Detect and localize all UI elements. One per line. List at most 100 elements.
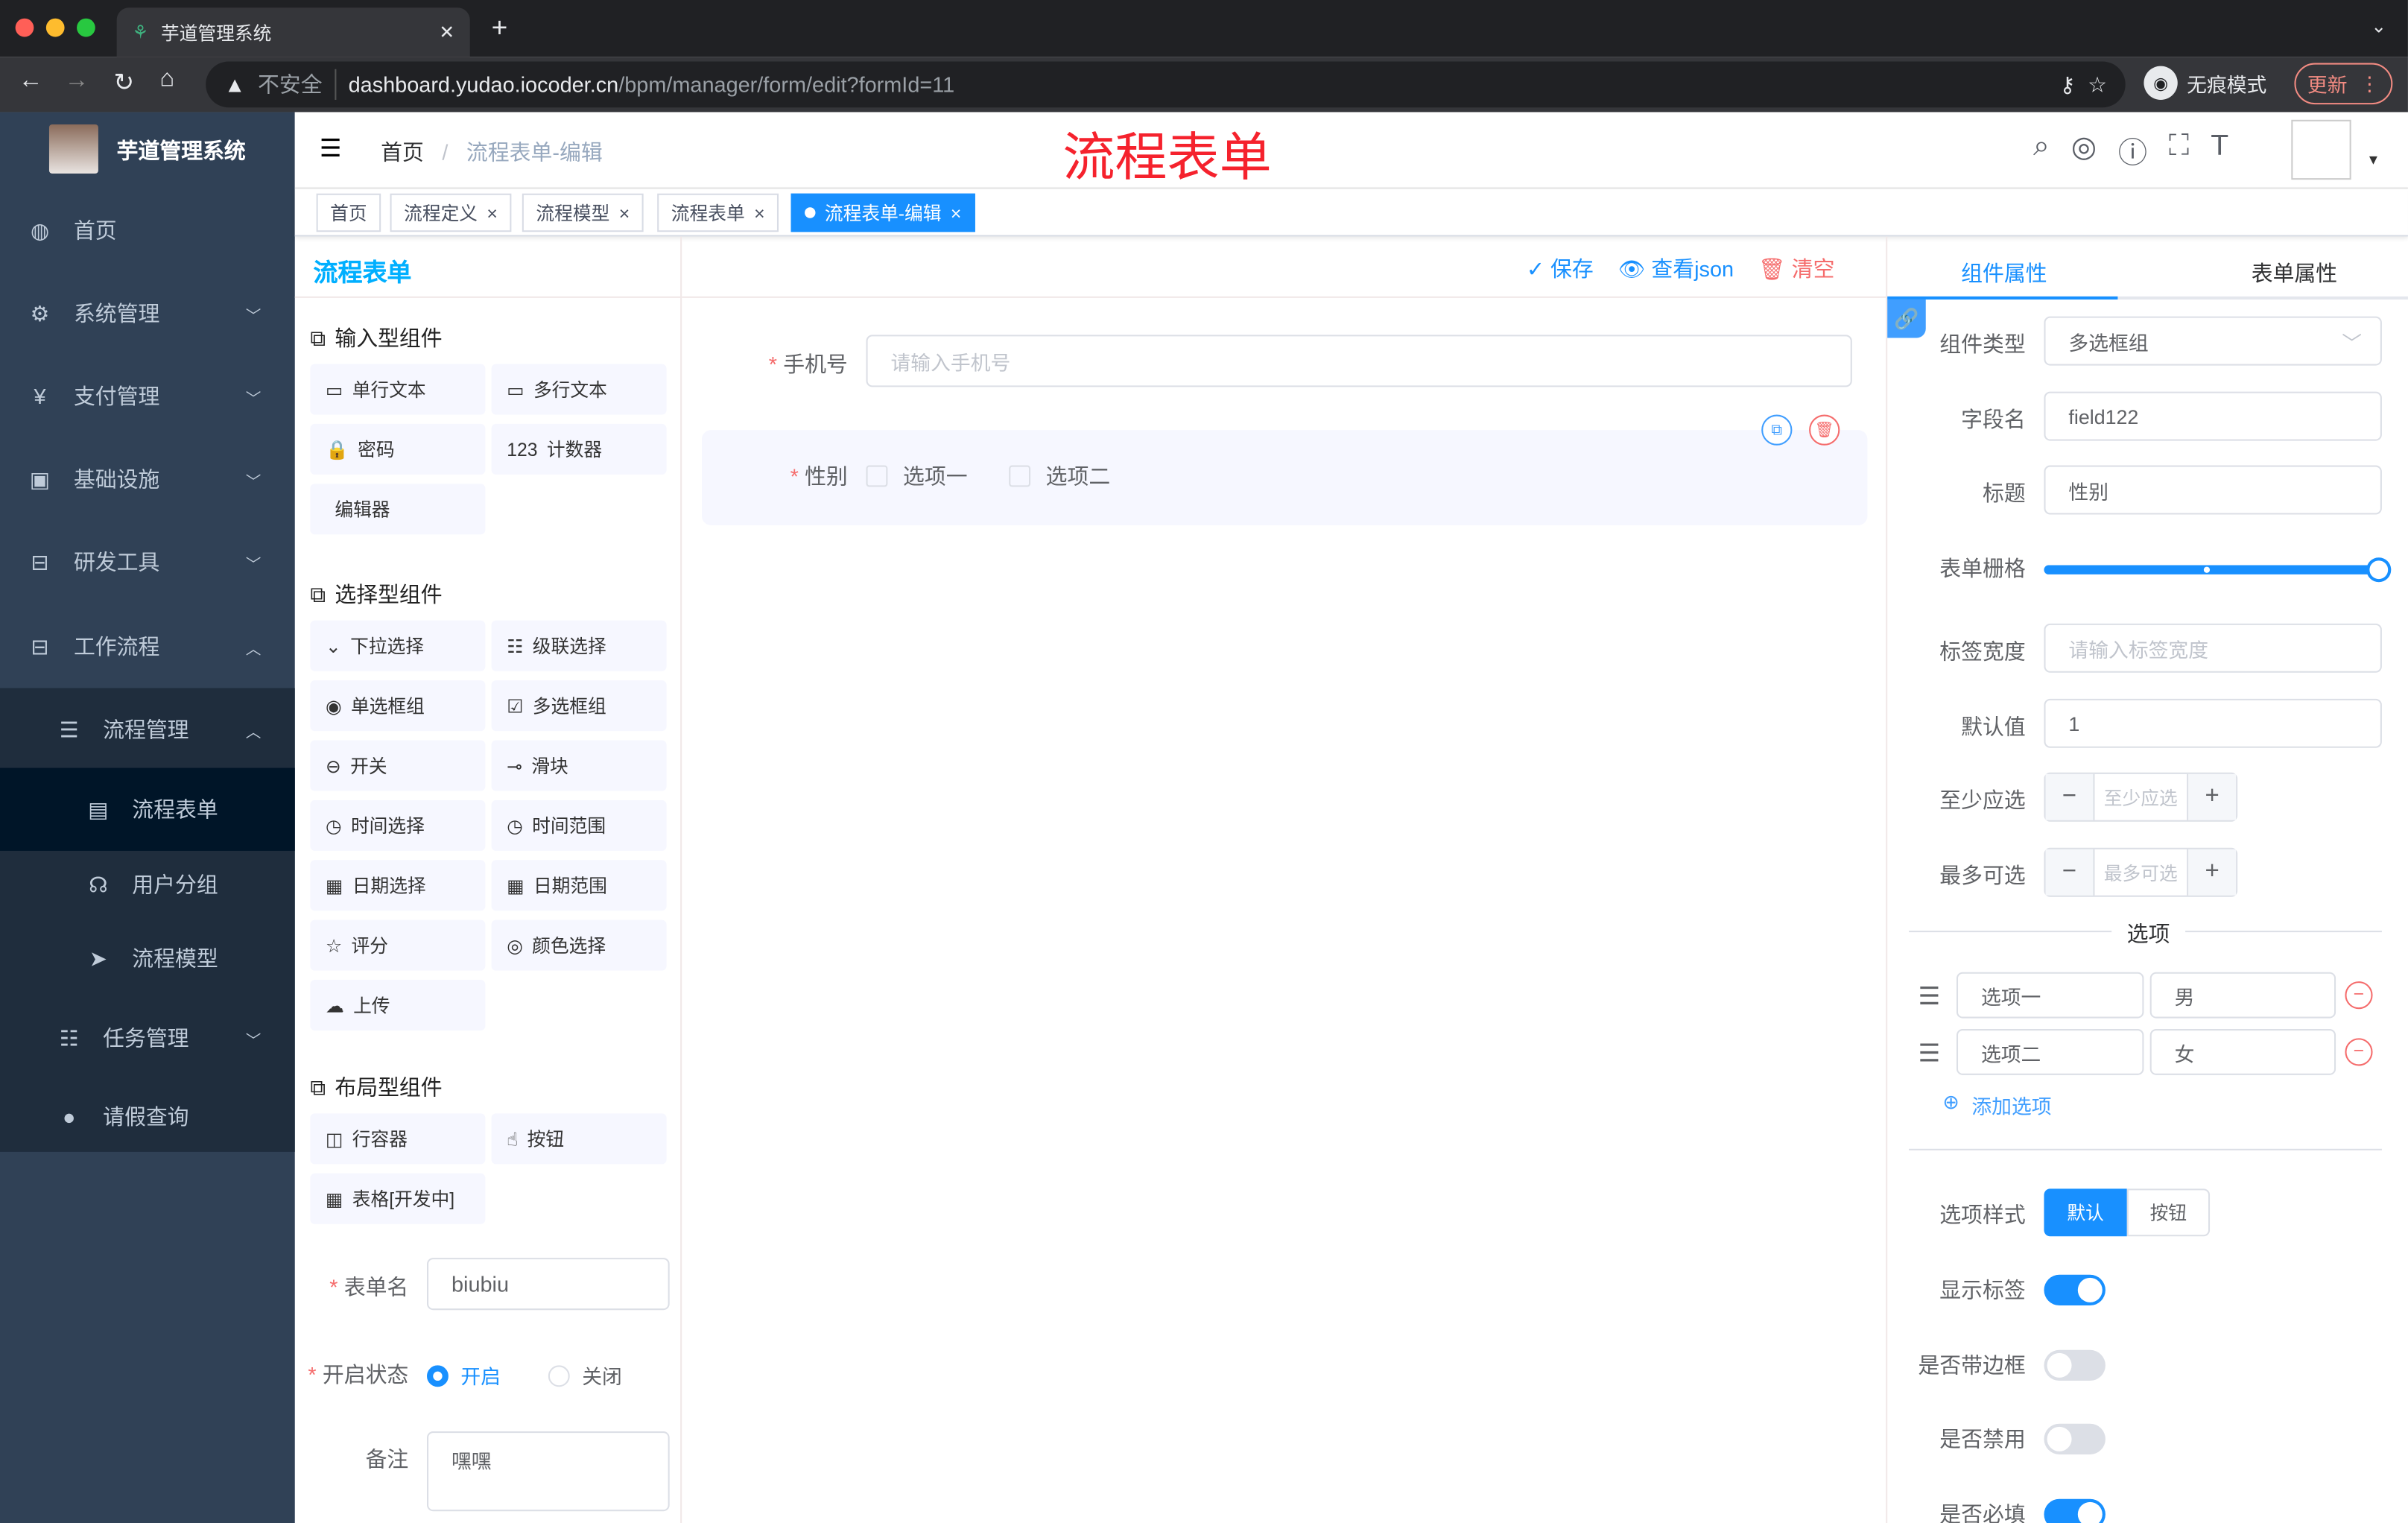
update-button[interactable]: 更新 ⋮ xyxy=(2294,63,2393,105)
selected-field-checkbox-group[interactable]: ⧉ 🗑 * 性别 选项一 选项二 xyxy=(701,414,1868,525)
palette-item[interactable]: ▦ 表格[开发中] xyxy=(310,1173,486,1224)
palette-item[interactable]: ◷ 时间选择 xyxy=(310,800,486,851)
sidebar-item-system[interactable]: ⚙ 系统管理 ﹀ xyxy=(0,272,295,355)
palette-item[interactable]: ☝ 按钮 xyxy=(491,1113,667,1165)
option-checkbox[interactable]: 选项二 xyxy=(1009,460,1110,491)
default-value-input[interactable]: 1 xyxy=(2044,698,2382,748)
drag-handle-icon[interactable]: ☰ xyxy=(1918,1038,1940,1068)
palette-item[interactable]: ☆ 评分 xyxy=(310,919,486,971)
sidebar-item-infra[interactable]: ▣ 基础设施 ﹀ xyxy=(0,437,295,520)
disabled-switch[interactable] xyxy=(2044,1423,2106,1454)
plus-button[interactable]: + xyxy=(2188,849,2237,896)
forward-icon[interactable]: → xyxy=(65,68,89,95)
delete-field-icon[interactable]: 🗑 xyxy=(1809,414,1840,446)
form-name-input[interactable]: biubiu xyxy=(427,1258,670,1311)
palette-item[interactable]: 🔒 密码 xyxy=(310,423,486,475)
tab-search-icon[interactable]: ⌄ xyxy=(2371,16,2386,37)
drag-handle-icon[interactable]: ☰ xyxy=(1918,981,1940,1012)
browser-tab[interactable]: ⚘ 芋道管理系统 ✕ xyxy=(116,7,470,57)
tag-process-model[interactable]: 流程模型 × xyxy=(522,193,644,232)
hamburger-icon[interactable]: ☰ xyxy=(320,133,342,164)
palette-item[interactable]: ☷ 级联选择 xyxy=(491,620,667,671)
sidebar-item-leave[interactable]: ● 请假查询 xyxy=(0,1075,295,1158)
slider-handle[interactable] xyxy=(2366,557,2392,583)
sidebar-item-process-model[interactable]: ➤ 流程模型 xyxy=(0,917,295,1000)
palette-item[interactable]: ▦ 日期选择 xyxy=(310,860,486,911)
style-button-button[interactable]: 按钮 xyxy=(2126,1188,2211,1237)
minus-button[interactable]: − xyxy=(2045,773,2094,820)
github-icon[interactable]: ◎ xyxy=(2071,130,2097,172)
field-name-input[interactable]: field122 xyxy=(2044,391,2382,441)
font-size-icon[interactable]: T xyxy=(2211,130,2228,172)
tab-component-props[interactable]: 组件属性 xyxy=(1961,258,2047,288)
view-json-button[interactable]: 👁 查看json xyxy=(1618,253,1734,284)
remark-textarea[interactable]: 嘿嘿 xyxy=(427,1431,670,1512)
bookmark-star-icon[interactable]: ☆ xyxy=(2088,72,2107,98)
remove-option-icon[interactable]: − xyxy=(2345,1038,2373,1066)
palette-item[interactable]: ⌄ 下拉选择 xyxy=(310,620,486,671)
maximize-window-button[interactable] xyxy=(77,18,95,37)
palette-item[interactable]: ◎ 颜色选择 xyxy=(491,919,667,971)
remove-option-icon[interactable]: − xyxy=(2345,981,2373,1010)
help-icon[interactable]: ⓘ xyxy=(2118,130,2147,172)
status-off-radio[interactable]: 关闭 xyxy=(548,1361,622,1390)
option-checkbox[interactable]: 选项一 xyxy=(866,460,968,491)
tag-process-definition[interactable]: 流程定义 × xyxy=(390,193,512,232)
palette-item[interactable]: ◉ 单选框组 xyxy=(310,680,486,732)
close-tab-icon[interactable]: ✕ xyxy=(439,22,454,43)
palette-item[interactable]: ☑ 多选框组 xyxy=(491,680,667,732)
palette-item[interactable]: ☁ 上传 xyxy=(310,980,486,1031)
palette-item[interactable]: ▭ 单行文本 xyxy=(310,364,486,415)
show-label-switch[interactable] xyxy=(2044,1274,2106,1306)
save-button[interactable]: ✓ 保存 xyxy=(1527,253,1594,284)
reload-icon[interactable]: ↻ xyxy=(114,68,135,98)
palette-item[interactable]: 编辑器 xyxy=(310,484,486,535)
option-value-input[interactable]: 男 xyxy=(2149,972,2336,1019)
plus-button[interactable]: + xyxy=(2188,773,2237,820)
palette-item[interactable]: ▦ 日期范围 xyxy=(491,860,667,911)
sidebar-item-task-mgmt[interactable]: ☷ 任务管理 ﹀ xyxy=(0,997,295,1080)
sidebar-item-pay[interactable]: ¥ 支付管理 ﹀ xyxy=(0,355,295,437)
palette-item[interactable]: ⊸ 滑块 xyxy=(491,740,667,791)
required-switch[interactable] xyxy=(2044,1498,2106,1523)
palette-item[interactable]: ⊖ 开关 xyxy=(310,740,486,791)
max-stepper[interactable]: − 最多可选 + xyxy=(2044,847,2238,897)
tag-process-form-edit[interactable]: 流程表单-编辑 × xyxy=(790,193,975,232)
palette-item[interactable]: ▭ 多行文本 xyxy=(491,364,667,415)
sidebar-item-user-group[interactable]: ☊ 用户分组 xyxy=(0,843,295,926)
key-icon[interactable]: ⚷ xyxy=(2059,72,2075,98)
caret-down-icon[interactable]: ▼ xyxy=(2366,152,2380,168)
palette-item[interactable]: 123 计数器 xyxy=(491,423,667,475)
phone-input[interactable]: 请输入手机号 xyxy=(866,335,1852,387)
option-value-input[interactable]: 女 xyxy=(2149,1029,2336,1075)
user-avatar[interactable] xyxy=(2291,119,2351,180)
tab-form-props[interactable]: 表单属性 xyxy=(2252,258,2337,288)
sidebar-item-workflow[interactable]: ⊟ 工作流程 ︿ xyxy=(0,605,295,688)
address-bar[interactable]: ▲ 不安全 dashboard.yudao.iocoder.cn/bpm/man… xyxy=(206,61,2126,108)
clear-button[interactable]: 🗑 清空 xyxy=(1758,253,1834,284)
label-width-input[interactable]: 请输入标签宽度 xyxy=(2044,623,2382,673)
grid-slider[interactable] xyxy=(2044,557,2392,583)
minus-button[interactable]: − xyxy=(2045,849,2094,896)
status-on-radio[interactable]: 开启 xyxy=(427,1361,501,1390)
min-stepper[interactable]: − 至少应选 + xyxy=(2044,772,2238,822)
border-switch[interactable] xyxy=(2044,1349,2106,1381)
title-input[interactable]: 性别 xyxy=(2044,465,2382,515)
home-icon[interactable]: ⌂ xyxy=(159,66,174,94)
palette-item[interactable]: ◷ 时间范围 xyxy=(491,800,667,851)
add-option-button[interactable]: ⊕ 添加选项 xyxy=(1942,1090,2051,1119)
sidebar-item-process-form[interactable]: ▤ 流程表单 xyxy=(0,767,295,851)
sidebar-item-devtools[interactable]: ⊟ 研发工具 ﹀ xyxy=(0,521,295,604)
sidebar-item-home[interactable]: ◍ 首页 xyxy=(0,189,295,272)
sidebar-item-process-mgmt[interactable]: ☰ 流程管理 ︿ xyxy=(0,688,295,770)
close-window-button[interactable] xyxy=(15,18,34,37)
breadcrumb-home[interactable]: 首页 xyxy=(381,140,424,165)
back-icon[interactable]: ← xyxy=(19,68,43,95)
tag-process-form[interactable]: 流程表单 × xyxy=(657,193,779,232)
style-default-button[interactable]: 默认 xyxy=(2044,1188,2127,1237)
minimize-window-button[interactable] xyxy=(45,18,65,37)
copy-field-icon[interactable]: ⧉ xyxy=(1761,414,1793,446)
option-label-input[interactable]: 选项二 xyxy=(1956,1029,2144,1075)
option-label-input[interactable]: 选项一 xyxy=(1956,972,2144,1019)
tag-home[interactable]: 首页 xyxy=(316,193,381,232)
